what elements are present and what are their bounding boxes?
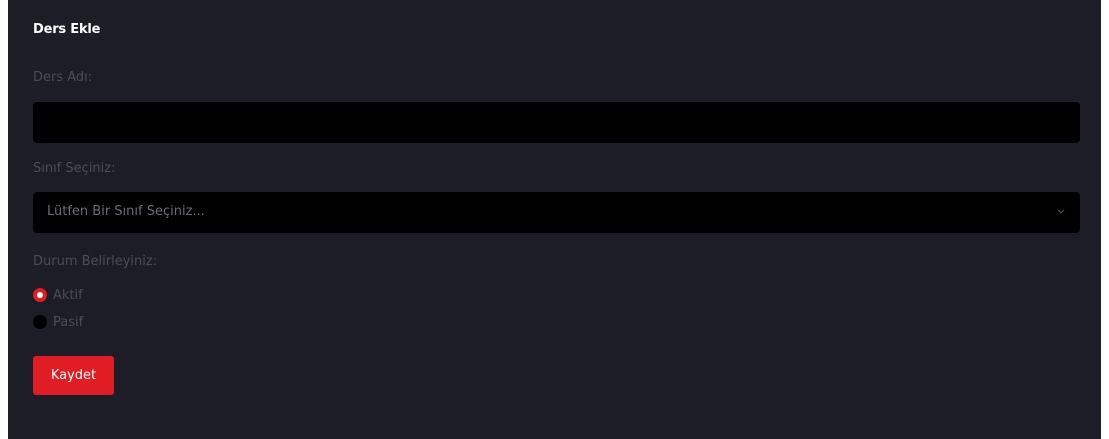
card-title: Ders Ekle xyxy=(33,22,101,37)
class-select-label: Sınıf Seçiniz: xyxy=(33,161,116,176)
radio-button-checked[interactable] xyxy=(33,288,47,302)
status-option-aktif[interactable]: Aktif xyxy=(33,287,83,303)
add-course-card: Ders Ekle Ders Adı: Sınıf Seçiniz: Lütfe… xyxy=(8,0,1101,439)
status-option-pasif[interactable]: Pasif xyxy=(33,314,83,330)
class-select[interactable]: Lütfen Bir Sınıf Seçiniz... xyxy=(33,192,1080,233)
status-label: Durum Belirleyiniz: xyxy=(33,254,158,269)
radio-label-pasif: Pasif xyxy=(53,314,84,330)
radio-button-unchecked[interactable] xyxy=(33,315,47,329)
course-name-input[interactable] xyxy=(33,102,1080,143)
course-name-label: Ders Adı: xyxy=(33,70,93,85)
chevron-down-icon xyxy=(1057,209,1065,214)
class-select-value: Lütfen Bir Sınıf Seçiniz... xyxy=(47,204,205,219)
save-button[interactable]: Kaydet xyxy=(33,356,114,395)
radio-label-aktif: Aktif xyxy=(53,287,83,303)
